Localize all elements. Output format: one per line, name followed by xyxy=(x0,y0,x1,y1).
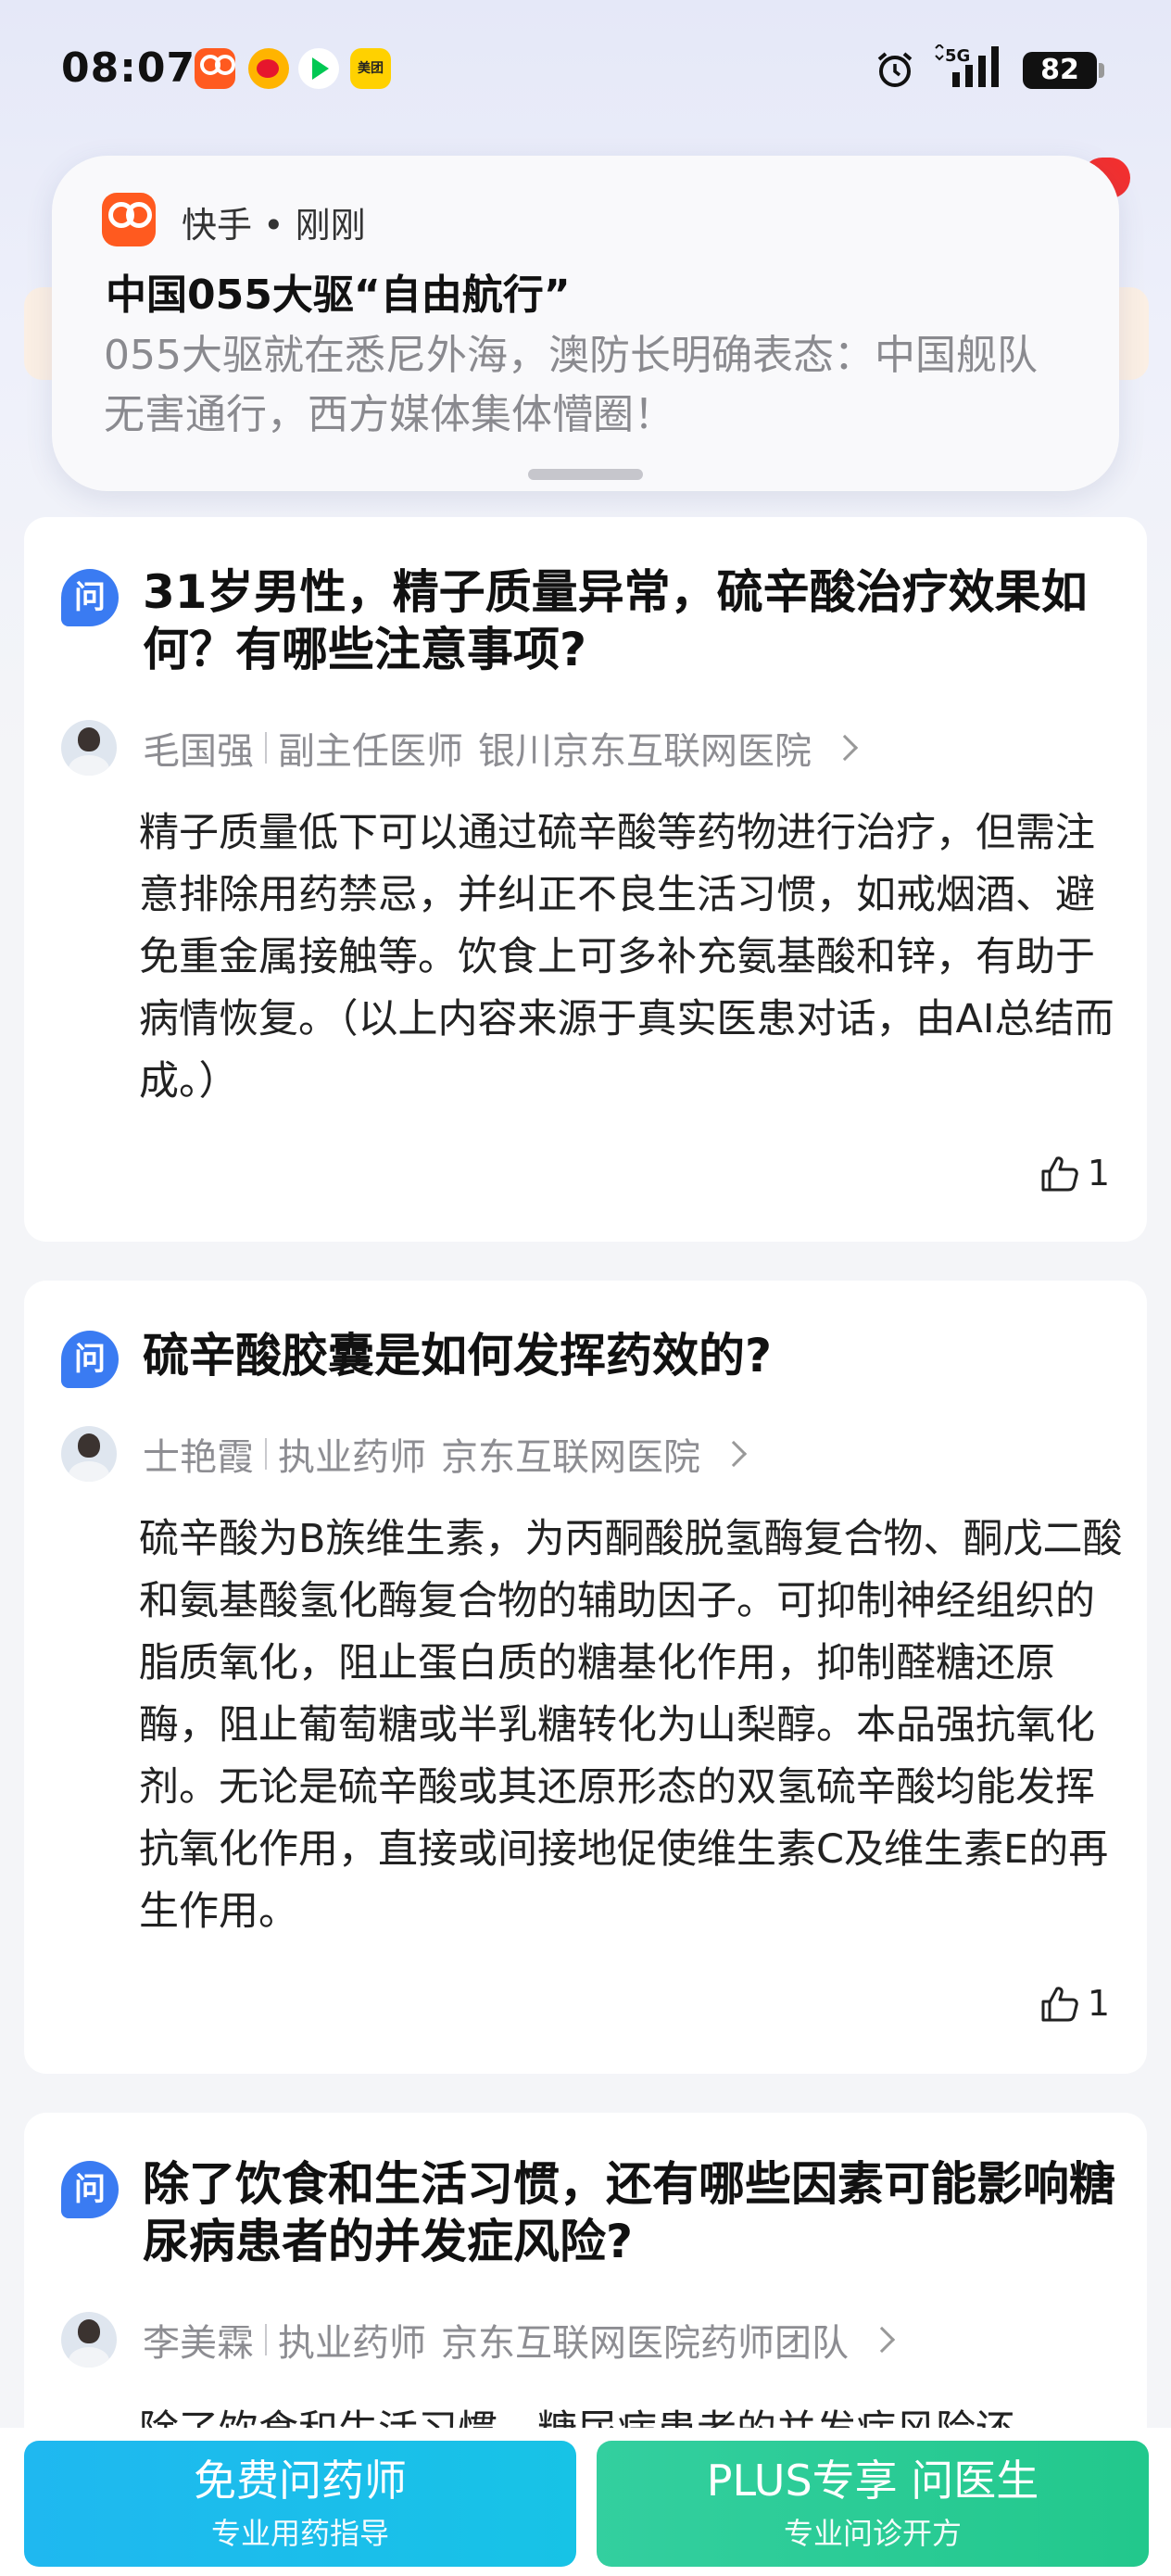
notification-title: 中国055大驱“自由航行” xyxy=(106,271,571,319)
hospital-name: 银川京东互联网医院 xyxy=(478,730,812,773)
ask-pharmacist-sublabel: 专业用药指导 xyxy=(210,2516,389,2551)
thumbs-up-icon xyxy=(1041,1156,1078,1192)
doctor-title: 执业药师 xyxy=(278,1436,426,1479)
doctor-name: 李美霖 xyxy=(143,2322,254,2365)
like-count: 1 xyxy=(1087,1153,1110,1193)
meituan-icon: 美团 xyxy=(350,48,391,89)
kuaishou-icon xyxy=(195,48,235,89)
ask-pharmacist-label: 免费问药师 xyxy=(194,2456,407,2506)
qa-card[interactable]: 问 硫辛酸胶囊是如何发挥药效的? 士艳霞 执业药师 京东互联网医院 硫辛酸为B族… xyxy=(24,1281,1147,2074)
alarm-icon xyxy=(877,52,913,87)
notification-banner[interactable]: 快手 • 刚刚 中国055大驱“自由航行” 055大驱就在悉尼外海，澳防长明确表… xyxy=(52,156,1119,491)
answer-text: 硫辛酸为B族维生素，为丙酮酸脱氢酶复合物、酮戊二酸和氨基酸氢化酶复合物的辅助因子… xyxy=(139,1516,1123,1935)
signal-5g-icon: 5G xyxy=(935,44,999,87)
question-icon: 问 xyxy=(61,569,119,626)
weibo-icon xyxy=(248,48,289,89)
chevron-right-icon xyxy=(831,734,859,762)
hospital-name: 京东互联网医院 xyxy=(441,1436,700,1479)
status-time: 08:07 xyxy=(61,44,196,92)
iqiyi-icon xyxy=(298,48,339,89)
doctor-name: 毛国强 xyxy=(143,730,254,773)
banner-edge xyxy=(24,287,56,380)
doctor-name: 士艳霞 xyxy=(143,1436,254,1479)
network-label: 5G xyxy=(945,46,970,66)
divider xyxy=(265,2324,267,2355)
thumbs-up-icon xyxy=(1041,1987,1078,2022)
answer-text: 精子质量低下可以通过硫辛酸等药物进行治疗，但需注意排除用药禁忌，并纠正不良生活习… xyxy=(139,810,1114,1105)
divider xyxy=(265,732,267,764)
qa-card[interactable]: 问 31岁男性，精子质量异常，硫辛酸治疗效果如何？有哪些注意事项? 毛国强 副主… xyxy=(24,517,1147,1242)
doctor-title: 副主任医师 xyxy=(278,730,463,773)
notification-app-name: 快手 • 刚刚 xyxy=(182,205,366,246)
question-icon: 问 xyxy=(61,1331,119,1388)
chevron-right-icon xyxy=(720,1440,748,1468)
avatar xyxy=(61,1426,117,1482)
doctor-row[interactable]: 李美霖 执业药师 京东互联网医院药师团队 xyxy=(61,2311,896,2368)
doctor-title: 执业药师 xyxy=(278,2322,426,2365)
status-bar: 08:07 美团 5G 82 xyxy=(0,0,1171,139)
avatar xyxy=(61,2312,117,2368)
question-icon: 问 xyxy=(61,2161,119,2218)
screen: 08:07 美团 5G 82 快手 • 刚刚 中国055大驱“自由航行” 055… xyxy=(0,0,1171,2576)
notification-body: 055大驱就在悉尼外海，澳防长明确表态：中国舰队无害通行，西方媒体集体懵圈！ xyxy=(104,332,1038,438)
avatar xyxy=(61,720,117,776)
chevron-right-icon xyxy=(868,2326,896,2354)
question-title[interactable]: 硫辛酸胶囊是如何发挥药效的? xyxy=(143,1327,1125,1384)
ask-doctor-sublabel: 专业问诊开方 xyxy=(783,2516,962,2551)
divider xyxy=(265,1438,267,1470)
ask-doctor-button[interactable]: PLUS专享 问医生 专业问诊开方 xyxy=(597,2441,1149,2567)
question-title[interactable]: 31岁男性，精子质量异常，硫辛酸治疗效果如何？有哪些注意事项? xyxy=(143,563,1125,678)
like-count: 1 xyxy=(1087,1983,1110,2024)
hospital-name: 京东互联网医院药师团队 xyxy=(441,2322,849,2365)
question-title[interactable]: 除了饮食和生活习惯，还有哪些因素可能影响糖尿病患者的并发症风险? xyxy=(143,2155,1125,2270)
like-button[interactable]: 1 xyxy=(1039,1983,1110,2024)
kuaishou-app-icon xyxy=(102,193,156,246)
like-button[interactable]: 1 xyxy=(1039,1153,1110,1193)
doctor-row[interactable]: 士艳霞 执业药师 京东互联网医院 xyxy=(61,1425,748,1483)
ask-doctor-label: PLUS专享 问医生 xyxy=(706,2456,1039,2506)
ask-pharmacist-button[interactable]: 免费问药师 专业用药指导 xyxy=(24,2441,576,2567)
notification-drag-handle[interactable] xyxy=(528,469,643,480)
doctor-row[interactable]: 毛国强 副主任医师 银川京东互联网医院 xyxy=(61,719,859,777)
banner-edge xyxy=(1115,287,1149,380)
battery-indicator: 82 xyxy=(1023,52,1104,89)
